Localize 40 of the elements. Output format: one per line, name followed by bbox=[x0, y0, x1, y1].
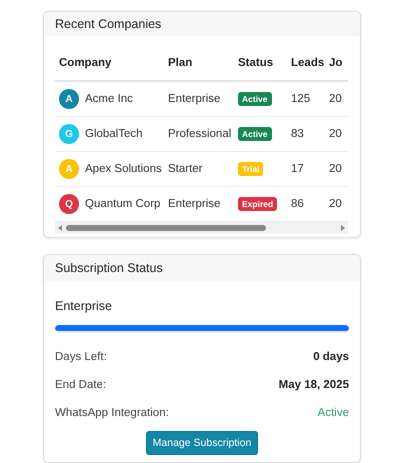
leads-cell-text: 86 bbox=[291, 198, 305, 210]
horizontal-scrollbar[interactable] bbox=[55, 222, 348, 234]
company-name: Acme Inc bbox=[85, 93, 133, 105]
detail-value: 0 days bbox=[313, 350, 349, 363]
leads-cell-text: 17 bbox=[291, 163, 305, 175]
leads-cell-text: 83 bbox=[291, 128, 305, 140]
company-name: Apex Solutions bbox=[85, 163, 162, 175]
status-badge: Expired bbox=[238, 197, 278, 211]
column-header: Jo bbox=[329, 57, 344, 69]
detail-value: May 18, 2025 bbox=[278, 378, 349, 391]
column-header: Leads bbox=[291, 57, 326, 69]
plan-cell-text: Enterprise bbox=[168, 198, 222, 210]
plan-cell-text: Professional bbox=[168, 128, 232, 140]
table-cell-text: 20 bbox=[329, 128, 343, 140]
avatar: A bbox=[59, 89, 79, 109]
manage-subscription-button[interactable]: Manage Subscription bbox=[146, 430, 258, 455]
column-header: Company bbox=[58, 57, 112, 69]
table-cell-text: 20 bbox=[329, 163, 343, 175]
company-name: Quantum Corp bbox=[85, 198, 160, 210]
plan-name: Enterprise bbox=[55, 298, 113, 313]
column-header: Status bbox=[238, 57, 274, 69]
leads-cell-text: 125 bbox=[291, 93, 312, 105]
status-badge: Trial bbox=[238, 162, 264, 176]
plan-cell-text: Starter bbox=[168, 163, 204, 175]
detail-label: WhatsApp Integration: bbox=[55, 406, 169, 419]
table-cell-text: 20 bbox=[329, 93, 343, 105]
card-title: Recent Companies bbox=[44, 12, 360, 36]
avatar: A bbox=[59, 159, 79, 179]
card-title: Subscription Status bbox=[44, 254, 360, 281]
avatar: Q bbox=[59, 194, 79, 214]
status-badge: Active bbox=[238, 92, 272, 106]
status-badge: Active bbox=[238, 127, 272, 141]
detail-value: Active bbox=[318, 406, 349, 419]
avatar: G bbox=[59, 124, 79, 144]
plan-cell-text: Enterprise bbox=[168, 93, 222, 105]
detail-label: Days Left: bbox=[55, 350, 107, 363]
table-cell-text: 20 bbox=[329, 198, 343, 210]
column-header: Plan bbox=[168, 57, 194, 69]
detail-label: End Date: bbox=[55, 378, 106, 391]
company-name: GlobalTech bbox=[85, 128, 143, 140]
